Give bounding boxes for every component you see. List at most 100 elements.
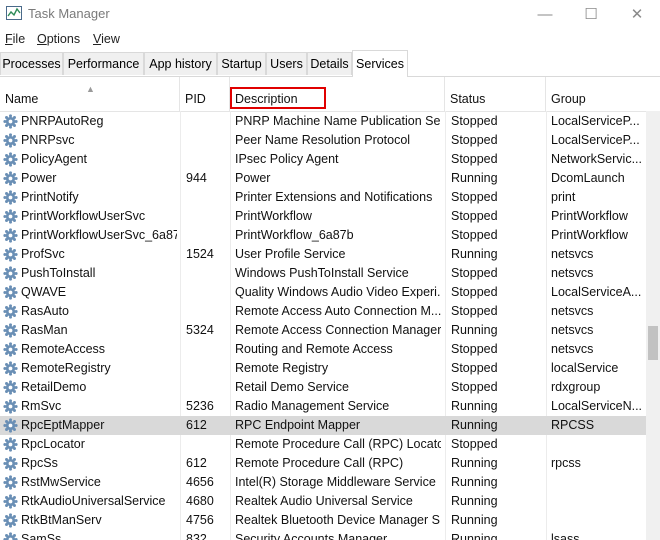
- service-row[interactable]: ProfSvc 1524 User Profile Service Running ne…: [0, 245, 646, 264]
- service-name-cell: RmSvc: [21, 399, 62, 413]
- service-name-cell: PNRPAutoReg: [21, 114, 104, 128]
- service-description-cell: PrintWorkflow: [235, 209, 312, 223]
- menu-file[interactable]: File: [5, 32, 25, 46]
- service-name-cell: RtkBtManServ: [21, 513, 102, 527]
- scrollbar-thumb[interactable]: [648, 326, 658, 360]
- menu-view[interactable]: View: [93, 32, 120, 46]
- service-gear-icon: [3, 342, 18, 357]
- service-row[interactable]: RpcLocator Remote Procedure Call (RPC) Lo…: [0, 435, 646, 454]
- service-row[interactable]: Power 944 Power Running DcomLaunch: [0, 169, 646, 188]
- service-row[interactable]: RetailDemo Retail Demo Service Stopped rdxg…: [0, 378, 646, 397]
- column-header-group[interactable]: Group: [546, 77, 646, 111]
- service-status-cell: Stopped: [451, 266, 498, 280]
- service-gear-icon: [3, 494, 18, 509]
- service-name-cell: RemoteRegistry: [21, 361, 111, 375]
- tab-startup[interactable]: Startup: [217, 52, 266, 75]
- service-gear-icon: [3, 209, 18, 224]
- tab-app-history[interactable]: App history: [144, 52, 217, 75]
- service-row[interactable]: PrintNotify Printer Extensions and Notifi…: [0, 188, 646, 207]
- service-gear-icon: [3, 399, 18, 414]
- service-gear-icon: [3, 475, 18, 490]
- service-group-cell: NetworkServic...: [551, 152, 642, 166]
- service-row[interactable]: RtkBtManServ 4756 Realtek Bluetooth Device…: [0, 511, 646, 530]
- column-header-pid-label: PID: [185, 92, 206, 106]
- service-name-cell: PushToInstall: [21, 266, 96, 280]
- service-row[interactable]: PrintWorkflowUserSvc_6a87b PrintWorkflow_…: [0, 226, 646, 245]
- service-gear-icon: [3, 513, 18, 528]
- service-gear-icon: [3, 304, 18, 319]
- close-button[interactable]: ✕: [614, 0, 660, 28]
- tab-services[interactable]: Services: [352, 50, 408, 77]
- service-name-cell: QWAVE: [21, 285, 67, 299]
- service-row[interactable]: PushToInstall Windows PushToInstall Servi…: [0, 264, 646, 283]
- service-description-cell: Remote Access Connection Manager: [235, 323, 441, 337]
- service-row[interactable]: RpcSs 612 Remote Procedure Call (RPC) Runni…: [0, 454, 646, 473]
- title-bar: Task Manager — ☐ ✕: [0, 0, 660, 28]
- service-group-cell: DcomLaunch: [551, 171, 625, 185]
- service-status-cell: Stopped: [451, 380, 498, 394]
- service-gear-icon: [3, 437, 18, 452]
- service-gear-icon: [3, 380, 18, 395]
- service-name-cell: PrintWorkflowUserSvc: [21, 209, 146, 223]
- column-header-status[interactable]: Status: [445, 77, 546, 111]
- service-pid-cell: 612: [186, 418, 207, 432]
- service-description-cell: Realtek Audio Universal Service: [235, 494, 413, 508]
- service-name-cell: RemoteAccess: [21, 342, 106, 356]
- maximize-icon: ☐: [584, 6, 598, 23]
- service-status-cell: Stopped: [451, 437, 498, 451]
- column-header-name[interactable]: ▲ Name: [0, 77, 180, 111]
- service-row[interactable]: RasMan 5324 Remote Access Connection Manag…: [0, 321, 646, 340]
- service-pid-cell: 944: [186, 171, 207, 185]
- service-status-cell: Stopped: [451, 304, 498, 318]
- service-row[interactable]: RtkAudioUniversalService 4680 Realtek Audi…: [0, 492, 646, 511]
- service-group-cell: PrintWorkflow: [551, 209, 628, 223]
- maximize-button[interactable]: ☐: [568, 0, 614, 28]
- service-status-cell: Stopped: [451, 228, 498, 242]
- service-group-cell: netsvcs: [551, 304, 594, 318]
- tab-performance[interactable]: Performance: [63, 52, 144, 75]
- service-description-cell: Remote Registry: [235, 361, 329, 375]
- service-status-cell: Running: [451, 494, 498, 508]
- service-gear-icon: [3, 266, 18, 281]
- service-row[interactable]: PrintWorkflowUserSvc PrintWorkflow Stopped…: [0, 207, 646, 226]
- vertical-scrollbar[interactable]: [646, 111, 660, 540]
- tab-users[interactable]: Users: [266, 52, 307, 75]
- service-description-cell: Windows PushToInstall Service: [235, 266, 409, 280]
- service-description-cell: Routing and Remote Access: [235, 342, 393, 356]
- service-row[interactable]: PolicyAgent IPsec Policy Agent Stopped Netw…: [0, 150, 646, 169]
- service-gear-icon: [3, 190, 18, 205]
- service-row[interactable]: QWAVE Quality Windows Audio Video Experi.…: [0, 283, 646, 302]
- minimize-button[interactable]: —: [522, 0, 568, 28]
- tab-details[interactable]: Details: [307, 52, 352, 75]
- service-description-cell: Power: [235, 171, 271, 185]
- service-name-cell: RtkAudioUniversalService: [21, 494, 166, 508]
- service-group-cell: LocalServiceP...: [551, 114, 640, 128]
- service-pid-cell: 1524: [186, 247, 214, 261]
- service-row[interactable]: PNRPAutoReg PNRP Machine Name Publication…: [0, 112, 646, 131]
- description-highlight-annotation: [230, 87, 326, 109]
- service-group-cell: netsvcs: [551, 266, 594, 280]
- service-row[interactable]: RasAuto Remote Access Auto Connection M..…: [0, 302, 646, 321]
- service-status-cell: Stopped: [451, 342, 498, 356]
- service-group-cell: rpcss: [551, 456, 581, 470]
- service-row[interactable]: RemoteAccess Routing and Remote Access Sto…: [0, 340, 646, 359]
- menu-options[interactable]: Options: [37, 32, 80, 46]
- service-description-cell: Remote Procedure Call (RPC): [235, 456, 404, 470]
- service-row[interactable]: SamSs 832 Security Accounts Manager Running…: [0, 530, 646, 540]
- service-row[interactable]: RmSvc 5236 Radio Management Service Running…: [0, 397, 646, 416]
- service-row[interactable]: RpcEptMapper 612 RPC Endpoint Mapper Runnin…: [0, 416, 646, 435]
- service-group-cell: print: [551, 190, 576, 204]
- service-pid-cell: 5236: [186, 399, 214, 413]
- service-row[interactable]: RemoteRegistry Remote Registry Stopped loca…: [0, 359, 646, 378]
- service-description-cell: PrintWorkflow_6a87b: [235, 228, 354, 242]
- service-name-cell: RpcSs: [21, 456, 58, 470]
- service-row[interactable]: PNRPsvc Peer Name Resolution Protocol Stop…: [0, 131, 646, 150]
- service-description-cell: Remote Access Auto Connection M...: [235, 304, 441, 318]
- column-header-pid[interactable]: PID: [180, 77, 230, 111]
- service-name-cell: RpcEptMapper: [21, 418, 105, 432]
- service-description-cell: Remote Procedure Call (RPC) Locator: [235, 437, 441, 451]
- service-row[interactable]: RstMwService 4656 Intel(R) Storage Middlew…: [0, 473, 646, 492]
- tab-processes[interactable]: Processes: [0, 52, 63, 75]
- service-status-cell: Running: [451, 475, 498, 489]
- service-pid-cell: 832: [186, 532, 207, 540]
